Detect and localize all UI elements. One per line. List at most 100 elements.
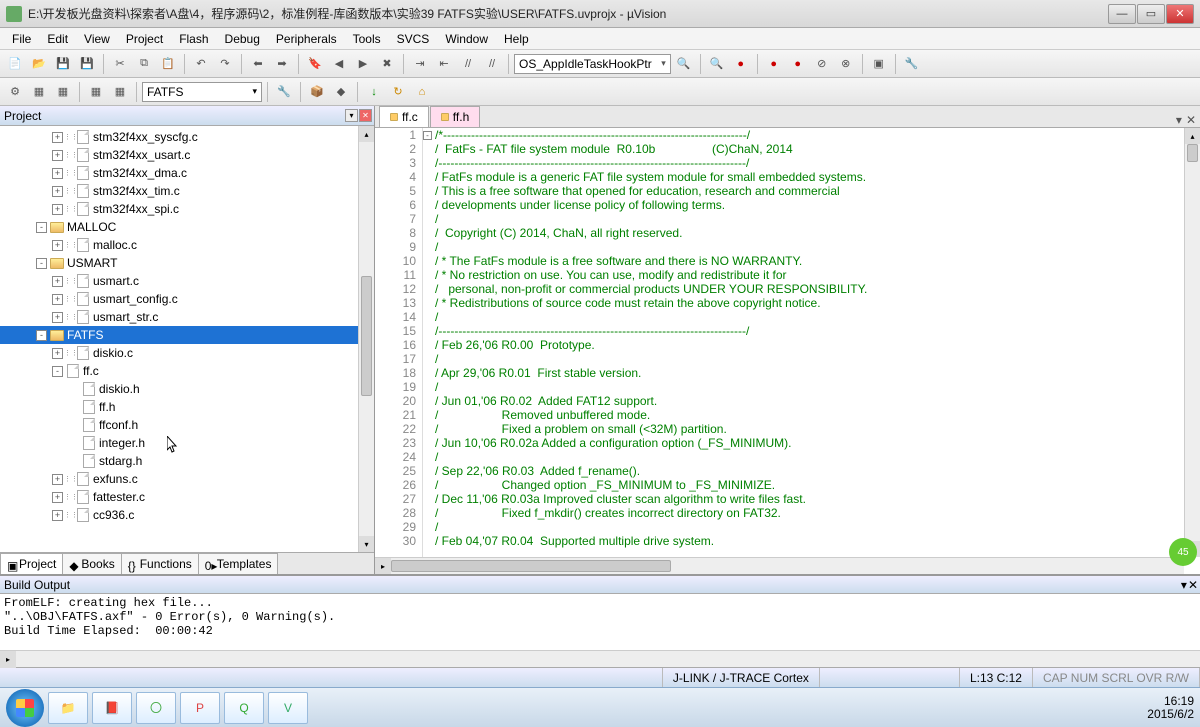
build-scrollbar-h[interactable]: ◂ ▸ xyxy=(0,650,1200,667)
bookmark-next-button[interactable]: ▶ xyxy=(352,53,374,75)
breakpoint-button[interactable]: ● xyxy=(730,53,752,75)
pane-close-button[interactable]: ✕ xyxy=(1188,578,1198,592)
taskbar-powerpoint[interactable]: P xyxy=(180,692,220,724)
pane-tab-functions[interactable]: {}Functions xyxy=(121,553,199,574)
tree-item[interactable]: -MALLOC xyxy=(0,218,374,236)
tree-item[interactable]: -USMART xyxy=(0,254,374,272)
redo-button[interactable]: ↷ xyxy=(214,53,236,75)
minimize-button[interactable]: — xyxy=(1108,4,1136,24)
indent-button[interactable]: ⇥ xyxy=(409,53,431,75)
scroll-right-arrow[interactable]: ▸ xyxy=(375,558,391,574)
tree-toggle[interactable]: - xyxy=(36,330,47,341)
manage-button[interactable]: 📦 xyxy=(306,81,328,103)
scroll-thumb[interactable] xyxy=(361,276,372,396)
tree-toggle[interactable]: + xyxy=(52,276,63,287)
tree-scrollbar[interactable]: ▴ ▾ xyxy=(358,126,374,552)
tree-toggle[interactable]: - xyxy=(36,222,47,233)
stop-build-button[interactable]: ▦ xyxy=(109,81,131,103)
tree-item[interactable]: +⋮⋮stm32f4xx_spi.c xyxy=(0,200,374,218)
batch-build-button[interactable]: ▦ xyxy=(85,81,107,103)
code-content[interactable]: /*--------------------------------------… xyxy=(433,128,1200,574)
select-packs-button[interactable]: ◆ xyxy=(330,81,352,103)
rebuild-button[interactable]: ▦ xyxy=(52,81,74,103)
nav-back-button[interactable]: ⬅ xyxy=(247,53,269,75)
tree-item[interactable]: +⋮⋮usmart_config.c xyxy=(0,290,374,308)
nav-forward-button[interactable]: ➡ xyxy=(271,53,293,75)
close-button[interactable]: ✕ xyxy=(1166,4,1194,24)
tree-item[interactable]: +⋮⋮usmart.c xyxy=(0,272,374,290)
tree-item[interactable]: ffconf.h xyxy=(0,416,374,434)
taskbar-foxit[interactable]: 📕 xyxy=(92,692,132,724)
menu-edit[interactable]: Edit xyxy=(39,30,76,48)
code-editor[interactable]: 1234567891011121314151617181920212223242… xyxy=(375,128,1200,574)
tree-item[interactable]: integer.h xyxy=(0,434,374,452)
tree-toggle[interactable]: - xyxy=(52,366,63,377)
options-button[interactable]: 🔧 xyxy=(273,81,295,103)
copy-button[interactable]: ⧉ xyxy=(133,53,155,75)
scroll-right-arrow[interactable]: ▸ xyxy=(0,651,16,668)
tab-close-button[interactable]: ✕ xyxy=(1186,113,1196,127)
new-file-button[interactable]: 📄 xyxy=(4,53,26,75)
pane-tab-templates[interactable]: 0▸Templates xyxy=(198,553,279,574)
scroll-up-arrow[interactable]: ▴ xyxy=(359,126,374,142)
debug-button[interactable]: 🔍 xyxy=(706,53,728,75)
tree-toggle[interactable]: + xyxy=(52,474,63,485)
menu-flash[interactable]: Flash xyxy=(171,30,216,48)
menu-file[interactable]: File xyxy=(4,30,39,48)
undo-button[interactable]: ↶ xyxy=(190,53,212,75)
find-button[interactable]: 🔍 xyxy=(673,53,695,75)
find-combo[interactable]: OS_AppIdleTaskHookPtr xyxy=(514,54,671,74)
tree-item[interactable]: +⋮⋮stm32f4xx_usart.c xyxy=(0,146,374,164)
menu-view[interactable]: View xyxy=(76,30,118,48)
uncomment-button[interactable]: // xyxy=(481,53,503,75)
tree-toggle[interactable]: + xyxy=(52,348,63,359)
tree-toggle[interactable]: + xyxy=(52,492,63,503)
taskbar-browser[interactable]: 〇 xyxy=(136,692,176,724)
comment-button[interactable]: // xyxy=(457,53,479,75)
menu-peripherals[interactable]: Peripherals xyxy=(268,30,345,48)
editor-scrollbar-h[interactable]: ◂ ▸ xyxy=(375,557,1184,574)
disable-bp-button[interactable]: ⊘ xyxy=(811,53,833,75)
pane-tab-books[interactable]: ◆Books xyxy=(62,553,121,574)
start-button[interactable] xyxy=(6,689,44,727)
record-button[interactable]: ● xyxy=(763,53,785,75)
tree-toggle[interactable]: + xyxy=(52,294,63,305)
system-tray[interactable]: 16:19 2015/6/2 xyxy=(1147,695,1194,721)
tab-dropdown-button[interactable]: ▾ xyxy=(1176,113,1182,127)
tree-item[interactable]: +⋮⋮fattester.c xyxy=(0,488,374,506)
tree-item[interactable]: ff.h xyxy=(0,398,374,416)
tree-item[interactable]: +⋮⋮stm32f4xx_syscfg.c xyxy=(0,128,374,146)
menu-help[interactable]: Help xyxy=(496,30,537,48)
editor-tab[interactable]: ff.c xyxy=(379,106,429,127)
bookmark-clear-button[interactable]: ✖ xyxy=(376,53,398,75)
project-tree[interactable]: +⋮⋮stm32f4xx_syscfg.c+⋮⋮stm32f4xx_usart.… xyxy=(0,126,374,552)
editor-tab[interactable]: ff.h xyxy=(430,106,480,127)
tree-toggle[interactable]: + xyxy=(52,150,63,161)
target-select[interactable]: FATFS xyxy=(142,82,262,102)
erase-button[interactable]: ↻ xyxy=(387,81,409,103)
tree-item[interactable]: +⋮⋮cc936.c xyxy=(0,506,374,524)
fold-column[interactable]: - xyxy=(423,128,433,574)
bookmark-button[interactable]: 🔖 xyxy=(304,53,326,75)
tray-clock[interactable]: 16:19 2015/6/2 xyxy=(1147,695,1194,721)
save-button[interactable]: 💾 xyxy=(52,53,74,75)
build-button[interactable]: ▦ xyxy=(28,81,50,103)
pane-pin-button[interactable]: ▾ xyxy=(345,109,358,122)
taskbar-explorer[interactable]: 📁 xyxy=(48,692,88,724)
tree-toggle[interactable]: - xyxy=(36,258,47,269)
tree-toggle[interactable]: + xyxy=(52,312,63,323)
pane-close-button[interactable]: ✕ xyxy=(359,109,372,122)
tree-item[interactable]: stdarg.h xyxy=(0,452,374,470)
cut-button[interactable]: ✂ xyxy=(109,53,131,75)
paste-button[interactable]: 📋 xyxy=(157,53,179,75)
editor-scrollbar-v[interactable]: ▴ ▾ xyxy=(1184,128,1200,557)
tree-toggle[interactable]: + xyxy=(52,186,63,197)
download-button[interactable]: ↓ xyxy=(363,81,385,103)
translate-button[interactable]: ⚙ xyxy=(4,81,26,103)
bookmark-prev-button[interactable]: ◀ xyxy=(328,53,350,75)
tree-item[interactable]: +⋮⋮stm32f4xx_dma.c xyxy=(0,164,374,182)
tree-item[interactable]: -ff.c xyxy=(0,362,374,380)
taskbar-app1[interactable]: Q xyxy=(224,692,264,724)
tree-item[interactable]: +⋮⋮diskio.c xyxy=(0,344,374,362)
pane-tab-project[interactable]: ▣Project xyxy=(0,553,63,574)
